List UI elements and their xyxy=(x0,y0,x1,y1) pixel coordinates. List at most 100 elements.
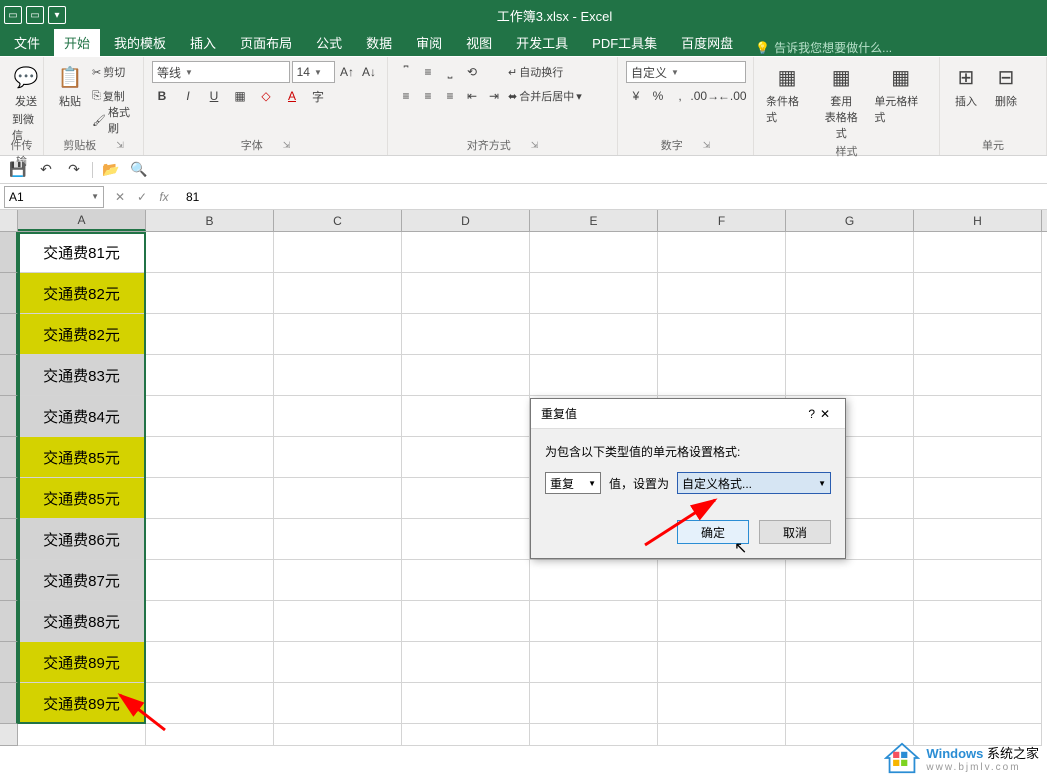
currency-button[interactable]: ¥ xyxy=(626,86,646,106)
cell[interactable] xyxy=(402,642,530,683)
close-button[interactable]: ✕ xyxy=(815,407,835,421)
cell[interactable] xyxy=(274,396,402,437)
increase-font-button[interactable]: A↑ xyxy=(337,62,357,82)
row-header[interactable] xyxy=(0,478,18,519)
table-format-button[interactable]: ▦套用 表格格式 xyxy=(816,61,866,143)
format-select[interactable]: 自定义格式...▼ xyxy=(677,472,831,494)
cell[interactable] xyxy=(274,437,402,478)
dialog-launcher-icon[interactable]: ⇲ xyxy=(703,140,711,151)
cell[interactable] xyxy=(146,560,274,601)
undo-button[interactable]: ↶ xyxy=(36,160,56,180)
cell[interactable] xyxy=(658,273,786,314)
tab-view[interactable]: 视图 xyxy=(456,29,502,56)
cell[interactable]: 交通费88元 xyxy=(18,601,146,642)
cell[interactable]: 交通费84元 xyxy=(18,396,146,437)
cell[interactable] xyxy=(402,314,530,355)
cell[interactable] xyxy=(658,724,786,746)
cell[interactable] xyxy=(658,355,786,396)
column-header[interactable]: D xyxy=(402,210,530,231)
tab-formulas[interactable]: 公式 xyxy=(306,29,352,56)
decrease-font-button[interactable]: A↓ xyxy=(359,62,379,82)
cell[interactable] xyxy=(914,355,1042,396)
row-header[interactable] xyxy=(0,232,18,273)
cell[interactable]: 交通费86元 xyxy=(18,519,146,560)
cell[interactable] xyxy=(146,396,274,437)
qat-dropdown-icon[interactable]: ▾ xyxy=(48,6,66,24)
cancel-formula-button[interactable]: ✕ xyxy=(110,187,130,207)
enter-formula-button[interactable]: ✓ xyxy=(132,187,152,207)
wrap-text-button[interactable]: ↵自动换行 xyxy=(508,61,582,83)
help-button[interactable]: ? xyxy=(808,407,815,421)
name-box[interactable]: A1▼ xyxy=(4,186,104,208)
border-button[interactable]: ▦ xyxy=(230,86,250,106)
font-color-button[interactable]: A xyxy=(282,86,302,106)
cell[interactable] xyxy=(402,560,530,601)
bold-button[interactable]: B xyxy=(152,86,172,106)
cell[interactable] xyxy=(530,355,658,396)
cut-button[interactable]: ✂剪切 xyxy=(92,61,135,83)
cell[interactable] xyxy=(530,560,658,601)
column-header[interactable]: C xyxy=(274,210,402,231)
cell[interactable] xyxy=(914,683,1042,724)
cell[interactable] xyxy=(146,273,274,314)
cell[interactable] xyxy=(914,232,1042,273)
cell[interactable] xyxy=(786,683,914,724)
cell[interactable] xyxy=(402,355,530,396)
cell[interactable] xyxy=(530,601,658,642)
cell[interactable] xyxy=(914,314,1042,355)
conditional-format-button[interactable]: ▦条件格式 xyxy=(762,61,812,127)
row-header[interactable] xyxy=(0,683,18,724)
qat-icon[interactable]: ▭ xyxy=(4,6,22,24)
column-header[interactable]: A xyxy=(18,210,146,231)
cell[interactable] xyxy=(146,683,274,724)
cell[interactable] xyxy=(146,478,274,519)
cell[interactable] xyxy=(658,642,786,683)
cell[interactable] xyxy=(274,355,402,396)
row-header[interactable] xyxy=(0,519,18,560)
dialog-titlebar[interactable]: 重复值 ? ✕ xyxy=(531,399,845,429)
tab-pdf[interactable]: PDF工具集 xyxy=(582,29,667,56)
cell[interactable] xyxy=(914,642,1042,683)
cell[interactable] xyxy=(914,519,1042,560)
cell[interactable] xyxy=(274,519,402,560)
cell[interactable]: 交通费89元 xyxy=(18,642,146,683)
fill-color-button[interactable]: ◇ xyxy=(256,86,276,106)
align-top-button[interactable]: ⎴ xyxy=(396,62,416,82)
tab-baidu[interactable]: 百度网盘 xyxy=(671,29,743,56)
cell[interactable] xyxy=(146,437,274,478)
tab-templates[interactable]: 我的模板 xyxy=(104,29,176,56)
cell[interactable] xyxy=(274,724,402,746)
insert-button[interactable]: ⊞插入 xyxy=(948,61,984,111)
row-header[interactable] xyxy=(0,724,18,746)
fx-button[interactable]: fx xyxy=(154,187,174,207)
cell[interactable] xyxy=(658,314,786,355)
cell[interactable] xyxy=(402,601,530,642)
italic-button[interactable]: I xyxy=(178,86,198,106)
percent-button[interactable]: % xyxy=(648,86,668,106)
dialog-launcher-icon[interactable]: ⇲ xyxy=(531,140,539,151)
row-header[interactable] xyxy=(0,642,18,683)
column-header[interactable]: G xyxy=(786,210,914,231)
cell[interactable] xyxy=(658,232,786,273)
column-header[interactable]: E xyxy=(530,210,658,231)
duplicate-type-select[interactable]: 重复▼ xyxy=(545,472,601,494)
cell[interactable] xyxy=(914,601,1042,642)
formula-input[interactable]: 81 xyxy=(180,190,1047,204)
row-header[interactable] xyxy=(0,437,18,478)
cell[interactable] xyxy=(146,314,274,355)
cell[interactable]: 交通费82元 xyxy=(18,314,146,355)
tab-developer[interactable]: 开发工具 xyxy=(506,29,578,56)
cell[interactable] xyxy=(18,724,146,746)
cell[interactable] xyxy=(274,601,402,642)
column-header[interactable]: F xyxy=(658,210,786,231)
cell-style-button[interactable]: ▦单元格样式 xyxy=(870,61,931,127)
tab-layout[interactable]: 页面布局 xyxy=(230,29,302,56)
dialog-launcher-icon[interactable]: ⇲ xyxy=(283,140,291,151)
save-button[interactable]: 💾 xyxy=(8,160,28,180)
print-preview-button[interactable]: 🔍 xyxy=(129,160,149,180)
tab-review[interactable]: 审阅 xyxy=(406,29,452,56)
cell[interactable] xyxy=(914,478,1042,519)
cell[interactable]: 交通费85元 xyxy=(18,478,146,519)
cell[interactable]: 交通费89元 xyxy=(18,683,146,724)
qat-icon[interactable]: ▭ xyxy=(26,6,44,24)
